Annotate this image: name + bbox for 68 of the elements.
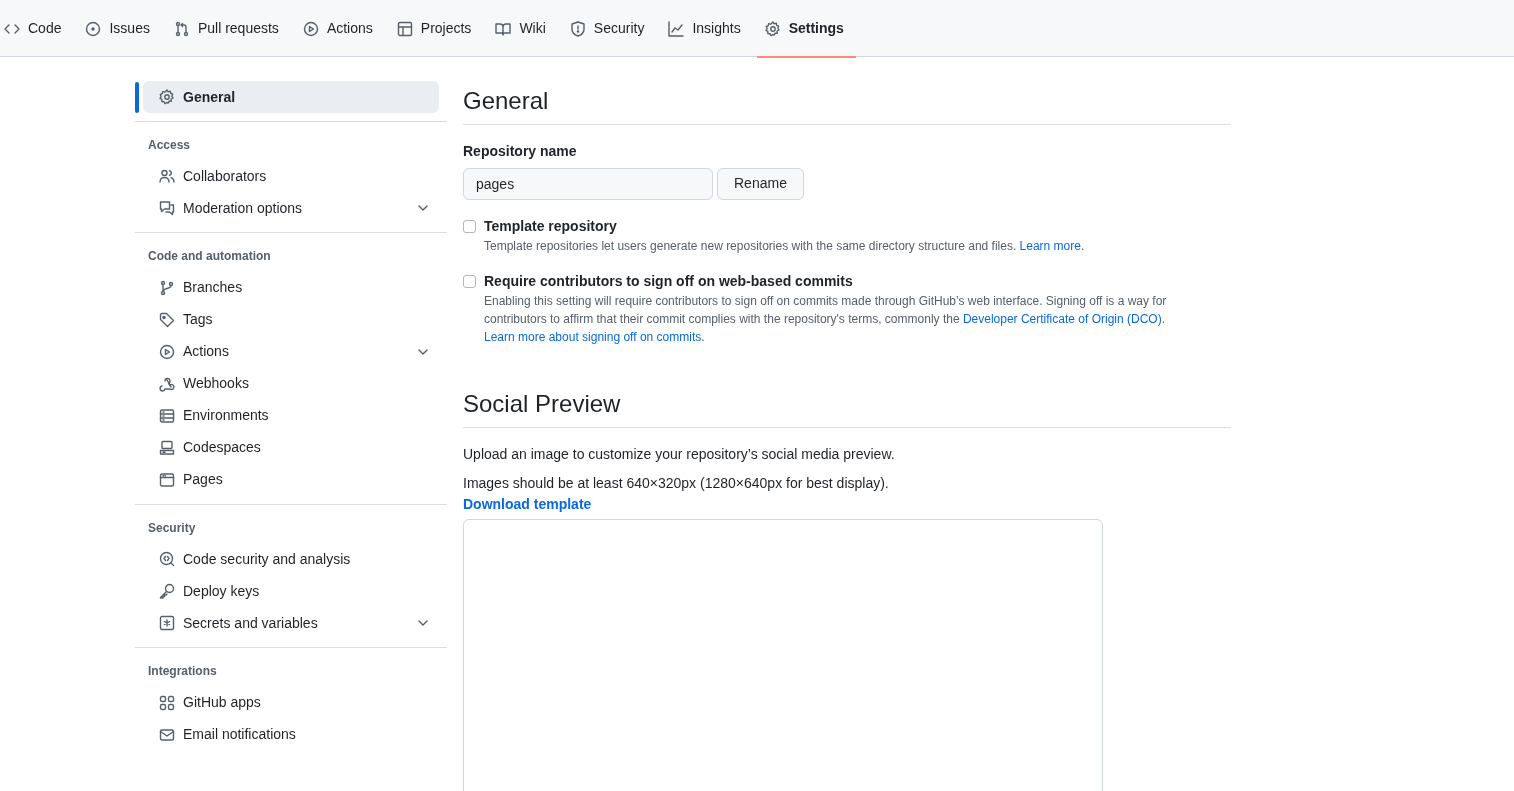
sidebar-item[interactable]: Secrets and variables	[143, 607, 439, 640]
sidebar-item[interactable]: Pages	[143, 463, 439, 496]
sidebar-item[interactable]: Moderation options	[143, 192, 439, 225]
rename-button[interactable]: Rename	[717, 167, 804, 200]
sidebar-item[interactable]: Actions	[143, 335, 439, 368]
sidebar-item[interactable]: Collaborators	[143, 160, 439, 193]
download-link[interactable]: Download template	[463, 493, 592, 515]
shield-icon	[569, 20, 586, 37]
section-heading: Code and automation	[147, 248, 272, 266]
nav-tab[interactable]: Pull requests	[173, 0, 291, 57]
play-icon	[159, 343, 175, 360]
option-description: Enabling this setting will require contributors to sign off on commits made through GitHub’s web interface. Signing off is a way for	[484, 292, 1167, 310]
option-title: Require contributors to sign off on web-based commits	[484, 271, 854, 291]
nav-tab[interactable]: Actions	[302, 0, 385, 57]
key-icon	[159, 583, 175, 600]
apps-icon	[159, 694, 175, 711]
section-heading: Integrations	[147, 663, 218, 681]
webhook-icon	[159, 375, 175, 392]
browser-icon	[159, 471, 175, 488]
link[interactable]: Learn more	[1019, 238, 1081, 253]
sidebar-item[interactable]: Deploy keys	[143, 575, 439, 608]
nav-tab[interactable]: Issues	[85, 0, 162, 57]
tag-icon	[159, 311, 175, 328]
option-title: Template repository	[484, 216, 618, 236]
sidebar-item[interactable]: Code security and analysis	[143, 543, 439, 576]
table-icon	[396, 20, 413, 37]
sidebar-item[interactable]: Codespaces	[143, 431, 439, 464]
asterisk-icon	[159, 615, 175, 632]
people-icon	[159, 168, 175, 185]
mail-icon	[159, 726, 175, 743]
section-title: Social Preview	[463, 389, 1231, 428]
sidebar-item[interactable]: Branches	[143, 271, 439, 304]
nav-tab[interactable]: Wiki	[495, 0, 558, 57]
sidebar-item[interactable]: Email notifications	[143, 718, 439, 751]
section-heading: Security	[147, 519, 197, 537]
play-icon	[302, 20, 319, 37]
nav-tab[interactable]: Code	[4, 0, 74, 57]
sidebar-item[interactable]: Webhooks	[143, 367, 439, 400]
description-text: Upload an image to customize your repository’s social media preview.	[463, 444, 896, 464]
gear-icon	[159, 89, 175, 105]
graph-icon	[668, 20, 685, 37]
option-description: Template repositories let users generate new repositories with the same directory structure and files. Learn more.	[484, 237, 1085, 255]
branch-icon	[159, 279, 175, 296]
circle-dot-icon	[85, 20, 102, 37]
link[interactable]: Developer Certificate of Origin (DCO)	[962, 311, 1162, 326]
pull-request-icon	[173, 20, 190, 37]
section-heading: Access	[147, 137, 192, 154]
option-description: contributors to affirm that their commit complies with the repository's terms, commonly the Developer Certificate of Origin (DCO).	[484, 310, 1166, 328]
gear-icon	[764, 20, 781, 37]
nav-tab[interactable]: Projects	[396, 0, 484, 57]
nav-tab[interactable]: Insights	[668, 0, 753, 57]
field-label: Repository name	[463, 141, 577, 161]
checkbox[interactable]	[463, 274, 476, 288]
book-icon	[495, 20, 512, 37]
section-title: General	[463, 87, 1231, 125]
checkbox[interactable]	[463, 219, 476, 233]
nav-tab[interactable]: Security	[569, 0, 657, 57]
sidebar-item[interactable]: GitHub apps	[143, 686, 439, 719]
code-scan-icon	[159, 551, 175, 568]
laptop-icon	[159, 439, 175, 456]
sidebar-item[interactable]: Environments	[143, 399, 439, 432]
text-field[interactable]: pages	[463, 167, 713, 200]
option-description: Learn more about signing off on commits.	[484, 328, 706, 346]
description-text: Images should be at least 640×320px (1280×640px for best display).	[463, 473, 890, 493]
sidebar-item[interactable]: Tags	[143, 303, 439, 336]
server-icon	[159, 407, 175, 424]
image-upload-area[interactable]	[463, 518, 1103, 791]
comments-icon	[159, 200, 175, 217]
